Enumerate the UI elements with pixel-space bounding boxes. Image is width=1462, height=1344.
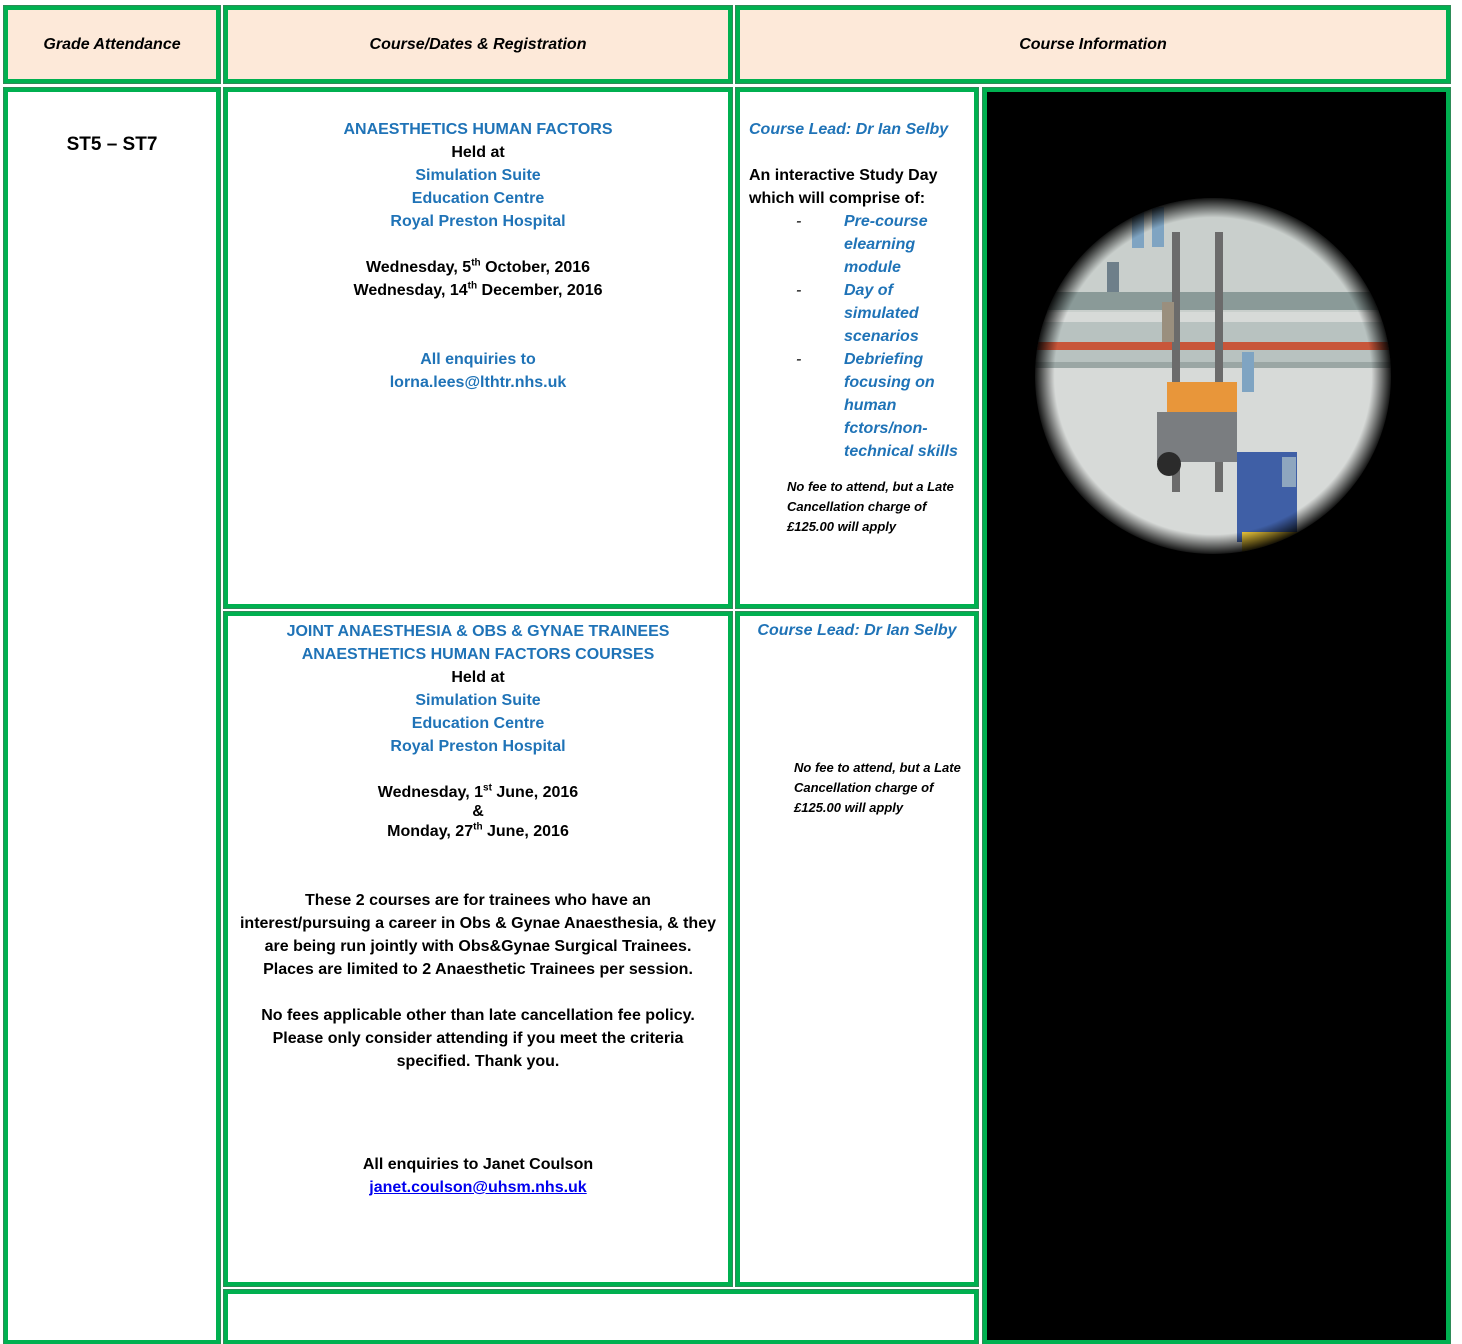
list-item: Day of simulated scenarios <box>749 279 964 348</box>
course1-venue-centre: Education Centre <box>411 190 545 207</box>
grade-value: ST5 – ST7 <box>66 134 158 155</box>
header-grade-label: Grade Attendance <box>43 35 181 53</box>
course1-date-2: Wednesday, 14th December, 2016 <box>353 280 603 299</box>
course2-venue-centre: Education Centre <box>411 715 545 732</box>
course2-enquiries: All enquiries to Janet Coulson <box>362 1156 594 1173</box>
course2-dates-cell: JOINT ANAESTHESIA & OBS & GYNAE TRAINEES… <box>223 611 733 1287</box>
header-grade-attendance: Grade Attendance <box>3 5 221 84</box>
course2-title-1: JOINT ANAESTHESIA & OBS & GYNAE TRAINEES <box>286 623 670 640</box>
course1-enquiries: All enquiries to <box>420 351 536 368</box>
course2-venue-hospital: Royal Preston Hospital <box>390 738 566 755</box>
course1-venue-hospital: Royal Preston Hospital <box>390 213 566 230</box>
course1-intro: An interactive Study Day which will comp… <box>749 167 938 207</box>
header-course-dates-label: Course/Dates & Registration <box>369 35 587 53</box>
course2-venue-suite: Simulation Suite <box>415 692 541 709</box>
empty-cell <box>223 1289 979 1344</box>
course1-dates-cell: ANAESTHETICS HUMAN FACTORS Held at Simul… <box>223 87 733 609</box>
course1-held-at: Held at <box>451 144 505 161</box>
course1-email[interactable]: lorna.lees@lthtr.nhs.uk <box>228 371 728 394</box>
list-item: Debriefing focusing on human fctors/non-… <box>749 348 964 463</box>
grade-cell: ST5 – ST7 <box>3 87 221 1344</box>
course2-info-cell: Course Lead: Dr Ian Selby No fee to atte… <box>735 611 979 1287</box>
course2-fee-note: No fee to attend, but a Late Cancellatio… <box>794 760 961 815</box>
course1-date-1: Wednesday, 5th October, 2016 <box>365 257 591 276</box>
header-course-information: Course Information <box>735 5 1451 84</box>
course2-date-2: Monday, 27th June, 2016 <box>387 821 569 840</box>
forklift-photo <box>1033 196 1393 556</box>
course2-date-1: Wednesday, 1st June, 2016 <box>377 782 579 801</box>
image-cell <box>982 87 1451 1344</box>
course1-info-cell: Course Lead: Dr Ian Selby An interactive… <box>735 87 979 609</box>
course2-email-link[interactable]: janet.coulson@uhsm.nhs.uk <box>228 1176 728 1199</box>
course1-lead: Course Lead: Dr Ian Selby <box>749 121 949 138</box>
header-course-info-label: Course Information <box>1019 35 1167 53</box>
course2-date-amp: & <box>472 803 484 820</box>
course1-fee-note: No fee to attend, but a Late Cancellatio… <box>787 479 954 534</box>
course2-lead: Course Lead: Dr Ian Selby <box>757 622 957 639</box>
course2-held-at: Held at <box>451 669 505 686</box>
course2-policy: No fees applicable other than late cance… <box>261 1007 695 1070</box>
course1-title: ANAESTHETICS HUMAN FACTORS <box>343 121 613 138</box>
course2-description: These 2 courses are for trainees who hav… <box>239 892 716 978</box>
list-item: Pre-course elearning module <box>749 210 964 279</box>
course2-title-2: ANAESTHETICS HUMAN FACTORS COURSES <box>301 646 655 663</box>
course1-content-list: Pre-course elearning module Day of simul… <box>749 210 974 463</box>
header-course-dates: Course/Dates & Registration <box>223 5 733 84</box>
course1-venue-suite: Simulation Suite <box>415 167 541 184</box>
